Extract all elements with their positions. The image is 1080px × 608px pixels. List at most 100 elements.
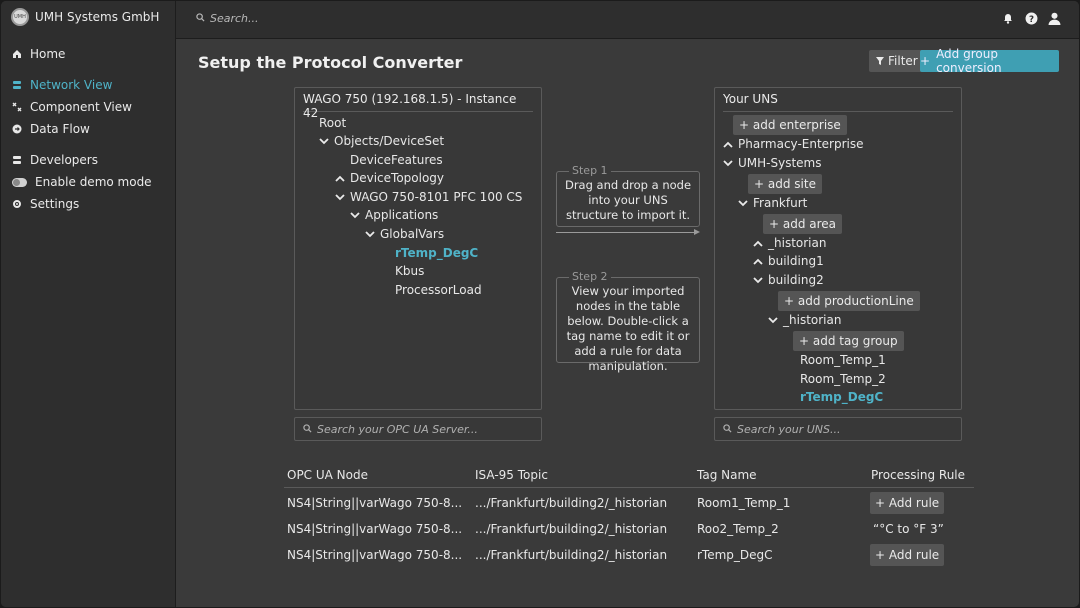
add-enterprise-button[interactable]: + add enterprise [733, 115, 847, 135]
sidebar-item-label: Home [30, 47, 66, 61]
chevron-up-icon[interactable] [723, 139, 733, 149]
table-cell-node[interactable]: NS4|String||varWago 750-8... [287, 496, 462, 510]
tree-node-applications[interactable]: Applications [350, 206, 438, 224]
table-cell-tag[interactable]: rTemp_DegC [697, 548, 773, 562]
brand[interactable]: UMH UMH Systems GmbH [11, 7, 159, 27]
tree-node-objects[interactable]: Objects/DeviceSet [319, 132, 444, 150]
sidebar-item-component-view[interactable]: Component View [1, 96, 176, 118]
tree-node-devicefeatures[interactable]: DeviceFeatures [350, 151, 443, 169]
chevron-up-icon[interactable] [753, 256, 763, 266]
add-area-button[interactable]: + add area [763, 214, 843, 234]
tree-node-rtemp[interactable]: rTemp_DegC [395, 244, 478, 262]
sidebar-item-network-view[interactable]: Network View [1, 74, 176, 96]
filter-label: Filter [888, 54, 918, 68]
bell-icon[interactable] [1001, 11, 1015, 25]
column-header-opc-node[interactable]: OPC UA Node [287, 468, 368, 482]
table-cell-topic[interactable]: .../Frankfurt/building2/_historian [475, 496, 667, 510]
tree-node-label: UMH-Systems [738, 156, 822, 170]
tree-node-label: _historian [768, 236, 827, 250]
user-icon[interactable] [1047, 11, 1061, 25]
chevron-down-icon[interactable] [738, 198, 748, 208]
chevron-down-icon[interactable] [723, 158, 733, 168]
chevron-down-icon[interactable] [319, 136, 329, 146]
opc-search-input[interactable]: Search your OPC UA Server... [294, 417, 542, 441]
rule-label: + Add rule [875, 496, 940, 510]
add-tag-group-button[interactable]: + add tag group [793, 331, 904, 351]
sidebar: UMH UMH Systems GmbH Home Network View C… [1, 1, 176, 607]
pill-label: + add site [754, 177, 816, 191]
uns-node-historian[interactable]: _historian [753, 234, 826, 252]
add-rule-button[interactable]: + Add rule [870, 492, 945, 514]
top-icons: ? [1001, 11, 1061, 25]
chevron-up-icon[interactable] [335, 173, 345, 183]
uns-tag-rtemp[interactable]: rTemp_DegC [800, 388, 883, 406]
uns-tag-room-temp-2[interactable]: Room_Temp_2 [800, 370, 886, 388]
tree-node-label: DeviceTopology [350, 171, 445, 185]
add-group-conversion-button[interactable]: + Add group conversion [920, 47, 1059, 75]
sidebar-item-settings[interactable]: Settings [1, 193, 176, 215]
developers-icon [12, 155, 22, 165]
table-cell-topic[interactable]: .../Frankfurt/building2/_historian [475, 548, 667, 562]
table-cell-tag[interactable]: Roo2_Temp_2 [697, 522, 779, 536]
uns-node-umh-systems[interactable]: UMH-Systems [723, 154, 822, 172]
tree-node-label: Pharmacy-Enterprise [738, 137, 864, 151]
tree-node-globalvars[interactable]: GlobalVars [365, 225, 444, 243]
sidebar-item-label: Data Flow [30, 122, 90, 136]
sidebar-item-home[interactable]: Home [1, 43, 176, 65]
uns-node-pharmacy[interactable]: Pharmacy-Enterprise [723, 135, 864, 153]
table-cell-node[interactable]: NS4|String||varWago 750-8... [287, 522, 462, 536]
rule-label: + Add rule [875, 548, 940, 562]
uns-node-building1[interactable]: building1 [753, 252, 824, 270]
table-cell-rule[interactable]: “°C to °F 3” [873, 522, 944, 536]
tree-node-kbus[interactable]: Kbus [395, 262, 424, 280]
column-header-isa95-topic[interactable]: ISA-95 Topic [475, 468, 548, 482]
sidebar-item-label: Developers [30, 153, 98, 167]
uns-search-input[interactable]: Search your UNS... [714, 417, 962, 441]
tree-node-label: Root [319, 116, 347, 130]
table-cell-tag[interactable]: Room1_Temp_1 [697, 496, 790, 510]
filter-icon [876, 54, 884, 68]
search-placeholder: Search your OPC UA Server... [317, 422, 478, 436]
chevron-down-icon[interactable] [335, 192, 345, 202]
step-1-card: Step 1 Drag and drop a node into your UN… [556, 164, 700, 227]
step-2-label: Step 2 [569, 270, 611, 284]
tree-node-root[interactable]: Root [319, 114, 346, 132]
column-header-tag-name[interactable]: Tag Name [697, 468, 757, 482]
chevron-down-icon[interactable] [753, 275, 763, 285]
tree-node-label: rTemp_DegC [800, 390, 884, 404]
page-title: Setup the Protocol Converter [198, 53, 463, 72]
uns-tag-room-temp-1[interactable]: Room_Temp_1 [800, 351, 886, 369]
toggle-icon[interactable] [12, 177, 27, 187]
uns-node-frankfurt[interactable]: Frankfurt [738, 194, 807, 212]
uns-node-building2[interactable]: building2 [753, 271, 824, 289]
top-bar: Search... ? [176, 1, 1079, 39]
chevron-up-icon[interactable] [753, 238, 763, 248]
add-rule-button[interactable]: + Add rule [870, 544, 945, 566]
tree-node-label: Applications [365, 208, 439, 222]
table-cell-topic[interactable]: .../Frankfurt/building2/_historian [475, 522, 667, 536]
sidebar-item-demo-mode[interactable]: Enable demo mode [1, 171, 176, 193]
column-header-processing-rule[interactable]: Processing Rule [871, 468, 965, 482]
pill-label: + add area [769, 217, 837, 231]
table-cell-node[interactable]: NS4|String||varWago 750-8... [287, 548, 462, 562]
add-production-line-button[interactable]: + add productionLine [778, 291, 920, 311]
tree-node-processorload[interactable]: ProcessorLoad [395, 281, 482, 299]
add-site-button[interactable]: + add site [748, 174, 822, 194]
help-icon[interactable]: ? [1024, 11, 1038, 25]
search-placeholder: Search your UNS... [737, 422, 841, 436]
drag-arrow [556, 232, 696, 233]
tree-node-label: Objects/DeviceSet [334, 134, 445, 148]
chevron-down-icon[interactable] [768, 315, 778, 325]
chevron-down-icon[interactable] [365, 229, 375, 239]
filter-button[interactable]: Filter [869, 50, 925, 72]
uns-panel-title: Your UNS [723, 92, 953, 112]
sidebar-item-developers[interactable]: Developers [1, 149, 176, 171]
uns-node-building2-historian[interactable]: _historian [768, 311, 841, 329]
tree-node-wago[interactable]: WAGO 750-8101 PFC 100 CS [335, 188, 522, 206]
chevron-down-icon[interactable] [350, 210, 360, 220]
sidebar-item-data-flow[interactable]: Data Flow [1, 118, 176, 140]
home-icon [12, 49, 22, 59]
tree-node-devicetopology[interactable]: DeviceTopology [335, 169, 444, 187]
arrow-right-icon [694, 229, 700, 235]
global-search-input[interactable]: Search... [196, 12, 259, 25]
